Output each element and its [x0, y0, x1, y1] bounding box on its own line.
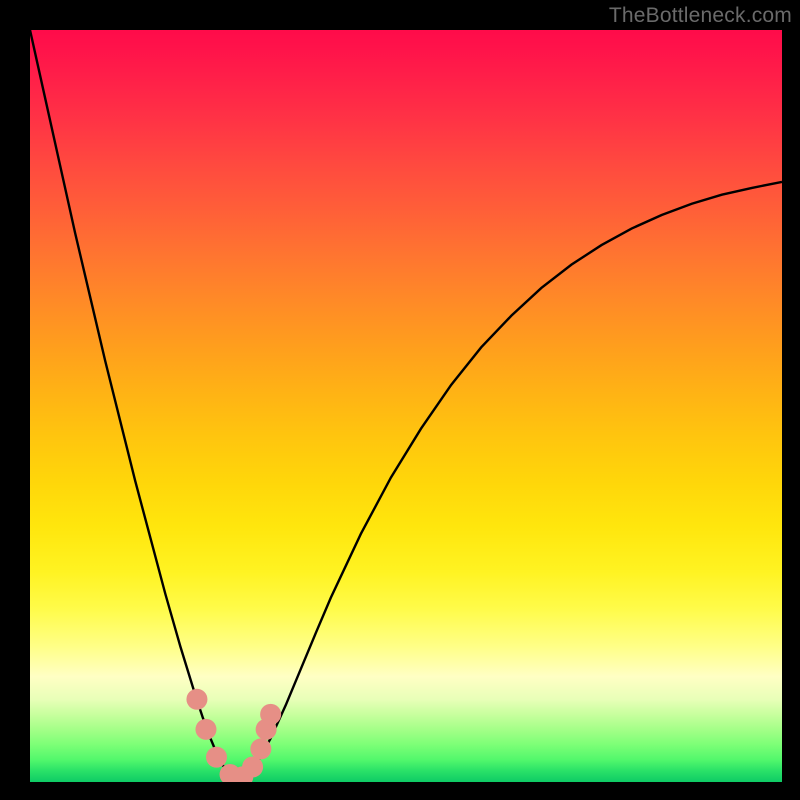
- curve-marker: [206, 747, 227, 768]
- curve-layer: [30, 30, 782, 782]
- plot-area: [30, 30, 782, 782]
- curve-marker: [186, 689, 207, 710]
- curve-marker: [242, 756, 263, 777]
- curve-markers: [186, 689, 281, 782]
- curve-marker: [250, 738, 271, 759]
- bottleneck-curve: [30, 30, 782, 779]
- watermark-text: TheBottleneck.com: [609, 4, 792, 28]
- chart-stage: TheBottleneck.com: [0, 0, 800, 800]
- curve-marker: [260, 704, 281, 725]
- curve-marker: [195, 719, 216, 740]
